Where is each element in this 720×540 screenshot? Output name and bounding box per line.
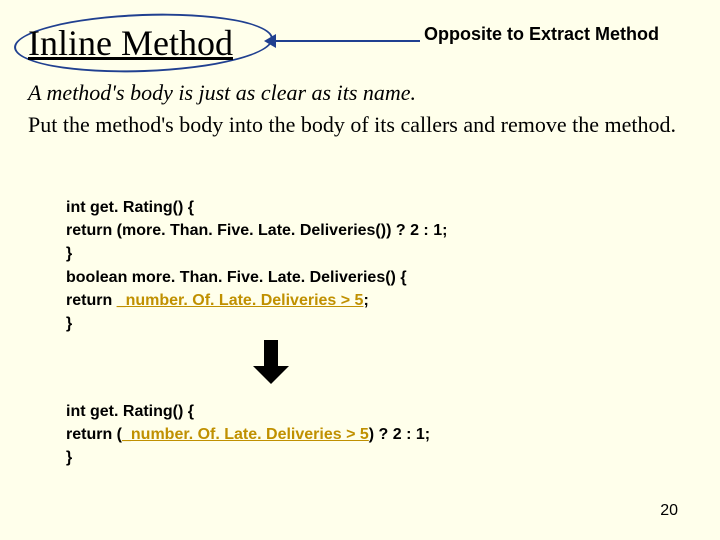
code-line: return (_number. Of. Late. Deliveries > … [66,423,430,446]
arrow-line-shape [268,40,420,42]
code-line: } [66,446,430,469]
code-text: return [66,292,117,309]
code-highlight: _number. Of. Late. Deliveries > 5 [117,292,364,309]
code-before-block: int get. Rating() { return (more. Than. … [66,196,447,335]
page-number: 20 [660,502,678,520]
code-text: ; [363,292,368,309]
page-title: Inline Method [28,22,233,64]
code-line: int get. Rating() { [66,196,447,219]
code-line: int get. Rating() { [66,400,430,423]
code-after-block: int get. Rating() { return (_number. Of.… [66,400,430,470]
slide: Inline Method Opposite to Extract Method… [0,0,720,540]
code-line: boolean more. Than. Five. Late. Deliveri… [66,266,447,289]
opposite-note: Opposite to Extract Method [424,24,659,45]
code-line: return _number. Of. Late. Deliveries > 5… [66,289,447,312]
code-line: } [66,242,447,265]
arrow-down-icon [264,340,278,368]
code-text: ) ? 2 : 1; [369,426,430,443]
code-line: } [66,312,447,335]
description-plain: Put the method's body into the body of i… [28,112,678,138]
arrow-left-icon [264,34,276,48]
code-line: return (more. Than. Five. Late. Deliveri… [66,219,447,242]
code-highlight: _number. Of. Late. Deliveries > 5 [122,426,369,443]
code-text: return ( [66,426,122,443]
description-italic: A method's body is just as clear as its … [28,80,416,106]
arrow-down-head-icon [253,366,289,384]
